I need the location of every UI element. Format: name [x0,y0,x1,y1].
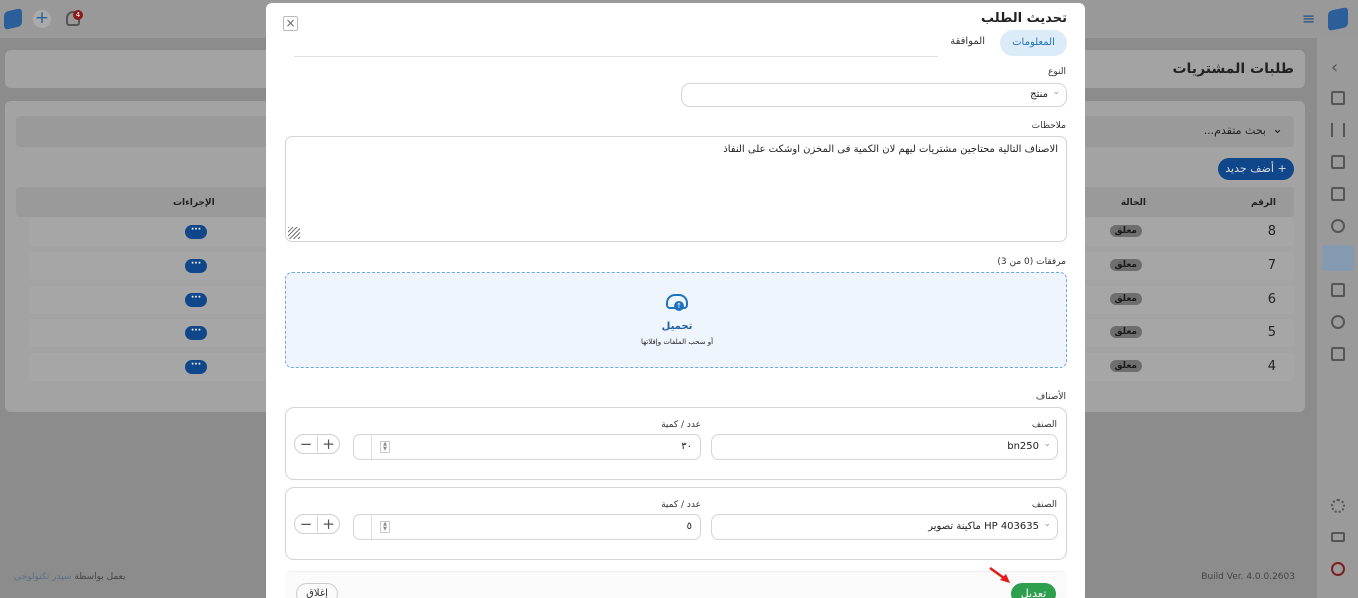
status-badge: معلق [1109,293,1142,305]
stepper-divider [371,435,372,459]
type-value: منتج [1030,89,1048,100]
item-card: الصنف bn250 ⌄ عدد / كمية ٣٠ ▲ ▼ + − [285,407,1067,480]
row-actions-button[interactable]: ··· [185,293,207,307]
logo-icon [4,8,22,30]
status-badge: معلق [1109,225,1142,237]
collapse-chevron-icon[interactable]: ‹ [1331,57,1345,78]
spin-arrows-icon[interactable]: ▲ ▼ [380,441,390,453]
quantity-value: ٣٠ [681,441,692,452]
menu-icon[interactable]: ≡ [1302,11,1315,27]
row-actions-button[interactable]: ··· [185,259,207,273]
add-new-label: أضف جديد [1225,162,1274,175]
columns-icon[interactable] [1331,123,1345,137]
item-select[interactable]: bn250 ⌄ [711,434,1058,460]
tab-approval[interactable]: الموافقة [950,36,985,47]
quantity-label: عدد / كمية [661,420,701,430]
quantity-stepper[interactable]: ٣٠ ▲ ▼ [353,434,701,460]
footer-powered-prefix: يعمل بواسطة [74,572,126,582]
tab-approval-label: الموافقة [950,36,985,47]
screen-icon[interactable] [1331,532,1345,542]
column-number: الرقم [1250,198,1276,208]
item-field-label: الصنف [1031,420,1057,430]
chevron-down-icon: ⌄ [1043,439,1051,449]
plus-icon: + [1273,162,1287,175]
add-icon[interactable]: + [33,10,51,28]
spin-arrows-icon[interactable]: ▲ ▼ [380,521,390,533]
row-actions-button[interactable]: ··· [185,360,207,374]
tab-info-label: المعلومات [1012,37,1055,48]
footer-build-version: Build Ver. 4.0.0.2603 [1201,572,1295,582]
resize-handle-icon[interactable] [288,227,300,239]
submit-button[interactable]: تعديل [1011,583,1056,598]
plus-icon[interactable]: + [317,516,339,532]
attachments-label: مرفقات (0 من 3) [997,257,1066,267]
notes-value: الاصناف التالية محتاجين مشتريات ليهم لان… [723,144,1058,155]
close-button[interactable]: إغلاق [296,583,338,598]
grid-icon[interactable] [1331,347,1345,361]
row-number: 5 [1267,325,1276,340]
close-icon[interactable]: × [283,16,298,31]
minus-icon[interactable]: − [295,436,317,452]
chevron-down-icon: ⌄ [1052,87,1060,97]
quantity-stepper[interactable]: ٥ ▲ ▼ [353,514,701,540]
sync-icon[interactable] [1331,315,1345,329]
chevron-down-icon: ⌄ [1043,519,1051,529]
upload-title: تحميل [661,321,693,332]
footer-powered-by: يعمل بواسطة سيدر تكنولوجي [14,572,126,582]
upload-arrow-icon: ↑ [674,301,684,311]
upload-hint: أو سحب الملفات وإفلاتها [640,338,714,346]
power-icon[interactable] [1331,562,1345,576]
upload-dropzone[interactable]: ↑ تحميل أو سحب الملفات وإفلاتها [285,272,1067,368]
purchase-requests-nav-icon[interactable] [1322,245,1354,271]
notification-badge: 4 [73,10,83,20]
row-number: 6 [1267,292,1276,307]
pointer-arrow-icon [989,566,1011,583]
minus-icon[interactable]: − [295,516,317,532]
column-status: الحالة [1120,198,1146,208]
document-refresh-icon[interactable] [1331,155,1345,169]
row-actions-button[interactable]: ··· [185,326,207,340]
document-check-icon[interactable] [1331,187,1345,201]
quantity-plus-minus: + − [294,434,340,454]
quantity-plus-minus: + − [294,514,340,534]
item-value: bn250 [1007,441,1039,452]
status-badge: معلق [1109,326,1142,338]
modal-title: تحديث الطلب [981,11,1067,26]
page-title: طلبات المشتريات [1172,61,1294,77]
item-value: HP 403635 ماكينة تصوير [928,521,1039,532]
item-card: الصنف HP 403635 ماكينة تصوير ⌄ عدد / كمي… [285,487,1067,560]
footer-company-link[interactable]: سيدر تكنولوجي [14,572,72,582]
status-badge: معلق [1109,259,1142,271]
row-number: 4 [1267,359,1276,374]
tab-info[interactable]: المعلومات [1000,30,1067,56]
row-actions-button[interactable]: ··· [185,225,207,239]
tabs-divider [294,56,938,57]
status-badge: معلق [1109,360,1142,372]
items-label: الأصناف [1035,392,1066,402]
document-user-icon[interactable] [1331,91,1345,105]
column-actions: الإجراءات [173,198,215,208]
quantity-label: عدد / كمية [661,500,701,510]
type-label: النوع [1048,67,1066,77]
plus-icon[interactable]: + [317,436,339,452]
row-number: 8 [1267,224,1276,239]
brand-logo-icon [1328,6,1348,32]
document-money-icon[interactable] [1331,283,1345,297]
notes-label: ملاحظات [1031,121,1066,131]
cloud-upload-icon: ↑ [666,294,688,311]
modal-footer: تعديل إغلاق [285,571,1067,598]
settings-icon[interactable] [1331,499,1345,513]
item-field-label: الصنف [1031,500,1057,510]
route-icon[interactable] [1331,219,1345,233]
type-select[interactable]: منتج ⌄ [681,83,1067,107]
item-select[interactable]: HP 403635 ماكينة تصوير ⌄ [711,514,1058,540]
add-new-button[interactable]: + أضف جديد [1218,158,1294,180]
stepper-divider [371,515,372,539]
notes-textarea[interactable]: الاصناف التالية محتاجين مشتريات ليهم لان… [285,136,1067,242]
chevron-down-icon: ⌄ [1272,122,1283,137]
quantity-value: ٥ [686,521,692,532]
update-request-modal: × تحديث الطلب المعلومات الموافقة النوع م… [266,3,1085,598]
row-number: 7 [1267,258,1276,273]
advanced-search-label: بحث متقدم... [1203,124,1266,137]
